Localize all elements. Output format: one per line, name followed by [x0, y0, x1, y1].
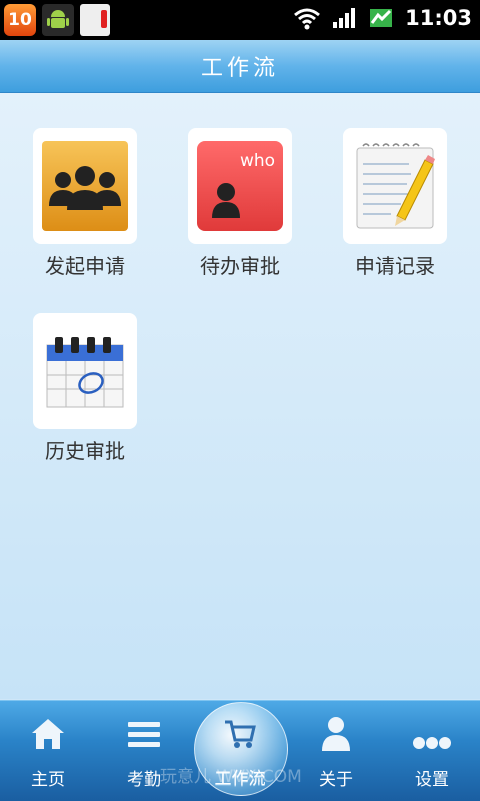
sd-card-icon — [80, 4, 110, 36]
who-pending-icon: who — [197, 141, 283, 231]
workflow-grid: 发起申请 who 待办审批 申请记录 历史审批 — [0, 93, 480, 699]
tile-label: 历史审批 — [45, 439, 125, 463]
cart-icon — [225, 720, 256, 748]
tile-pending-approval[interactable]: who 待办审批 — [187, 128, 293, 279]
svg-text:who: who — [240, 151, 275, 171]
nav-label: 工作流 — [214, 769, 266, 789]
nav-attendance[interactable]: 考勤 — [96, 701, 192, 801]
calendar-icon — [46, 337, 124, 408]
tile-approval-history[interactable]: 历史审批 — [32, 313, 138, 464]
tile-label: 申请记录 — [355, 254, 435, 278]
group-users-icon — [42, 141, 128, 231]
home-icon — [32, 719, 64, 749]
wifi-icon — [294, 8, 321, 30]
nav-settings[interactable]: 设置 — [384, 701, 480, 801]
nav-label: 关于 — [319, 770, 353, 790]
status-bar: 10 11:03 — [0, 0, 480, 40]
signal-icon — [333, 8, 356, 28]
android-icon — [42, 4, 74, 36]
nav-home[interactable]: 主页 — [0, 701, 96, 801]
page-title: 工作流 — [200, 56, 279, 81]
tile-icon-box: who — [188, 128, 292, 244]
nav-about[interactable]: 关于 — [288, 701, 384, 801]
tile-icon-box — [33, 313, 137, 429]
person-icon — [322, 717, 350, 751]
nav-label: 主页 — [31, 770, 65, 790]
tile-start-application[interactable]: 发起申请 — [32, 128, 138, 279]
notepad-pencil-icon — [356, 143, 435, 229]
more-dots-icon — [413, 737, 451, 749]
title-bar: 工作流 — [0, 40, 480, 93]
list-icon — [128, 722, 160, 747]
battery-charging-icon — [370, 9, 393, 27]
tile-label: 待办审批 — [200, 254, 280, 278]
nav-workflow-active[interactable]: 工作流 — [192, 700, 288, 800]
nav-label: 考勤 — [127, 770, 161, 790]
tile-icon-box — [343, 128, 447, 244]
tile-label: 发起申请 — [45, 254, 125, 278]
nav-label: 设置 — [415, 770, 449, 790]
tile-icon-box — [33, 128, 137, 244]
notification-badge: 10 — [4, 4, 36, 36]
tile-application-records[interactable]: 申请记录 — [342, 128, 448, 279]
clock: 11:03 — [405, 6, 472, 30]
